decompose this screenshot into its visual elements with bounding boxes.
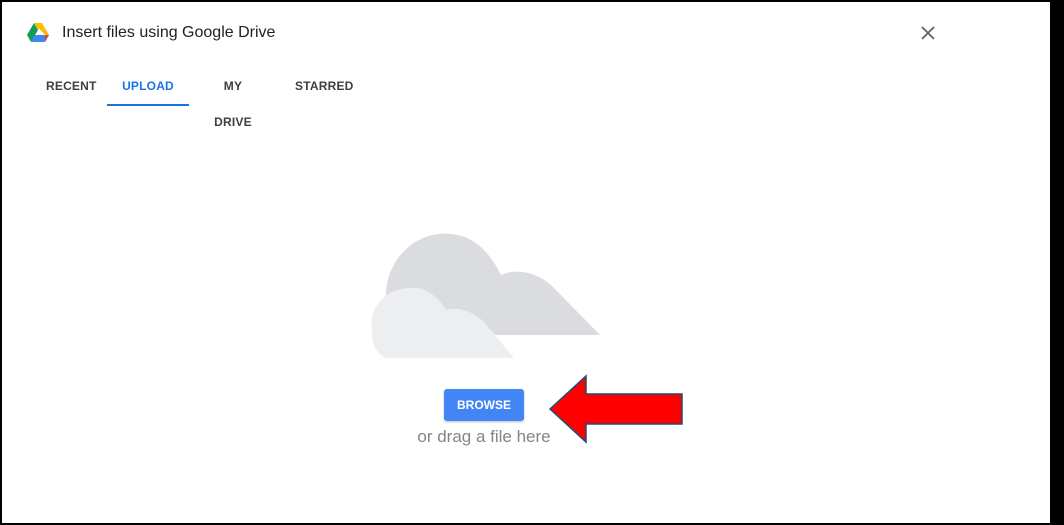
tab-bar: RECENT UPLOAD MY DRIVE STARRED xyxy=(2,68,1050,129)
tab-starred[interactable]: STARRED xyxy=(295,68,353,106)
dialog-header: Insert files using Google Drive xyxy=(2,2,1050,64)
red-arrow-icon xyxy=(548,374,683,444)
browse-button[interactable]: BROWSE xyxy=(444,389,524,421)
tab-recent[interactable]: RECENT xyxy=(46,68,96,106)
tab-upload[interactable]: UPLOAD xyxy=(107,68,189,106)
google-drive-icon xyxy=(27,23,49,42)
cloud-icon xyxy=(371,233,600,358)
close-icon[interactable] xyxy=(916,21,940,45)
dialog-title: Insert files using Google Drive xyxy=(62,24,276,41)
tab-my-drive[interactable]: MY DRIVE xyxy=(204,68,262,129)
insert-files-dialog: Insert files using Google Drive RECENT U… xyxy=(2,2,1050,523)
